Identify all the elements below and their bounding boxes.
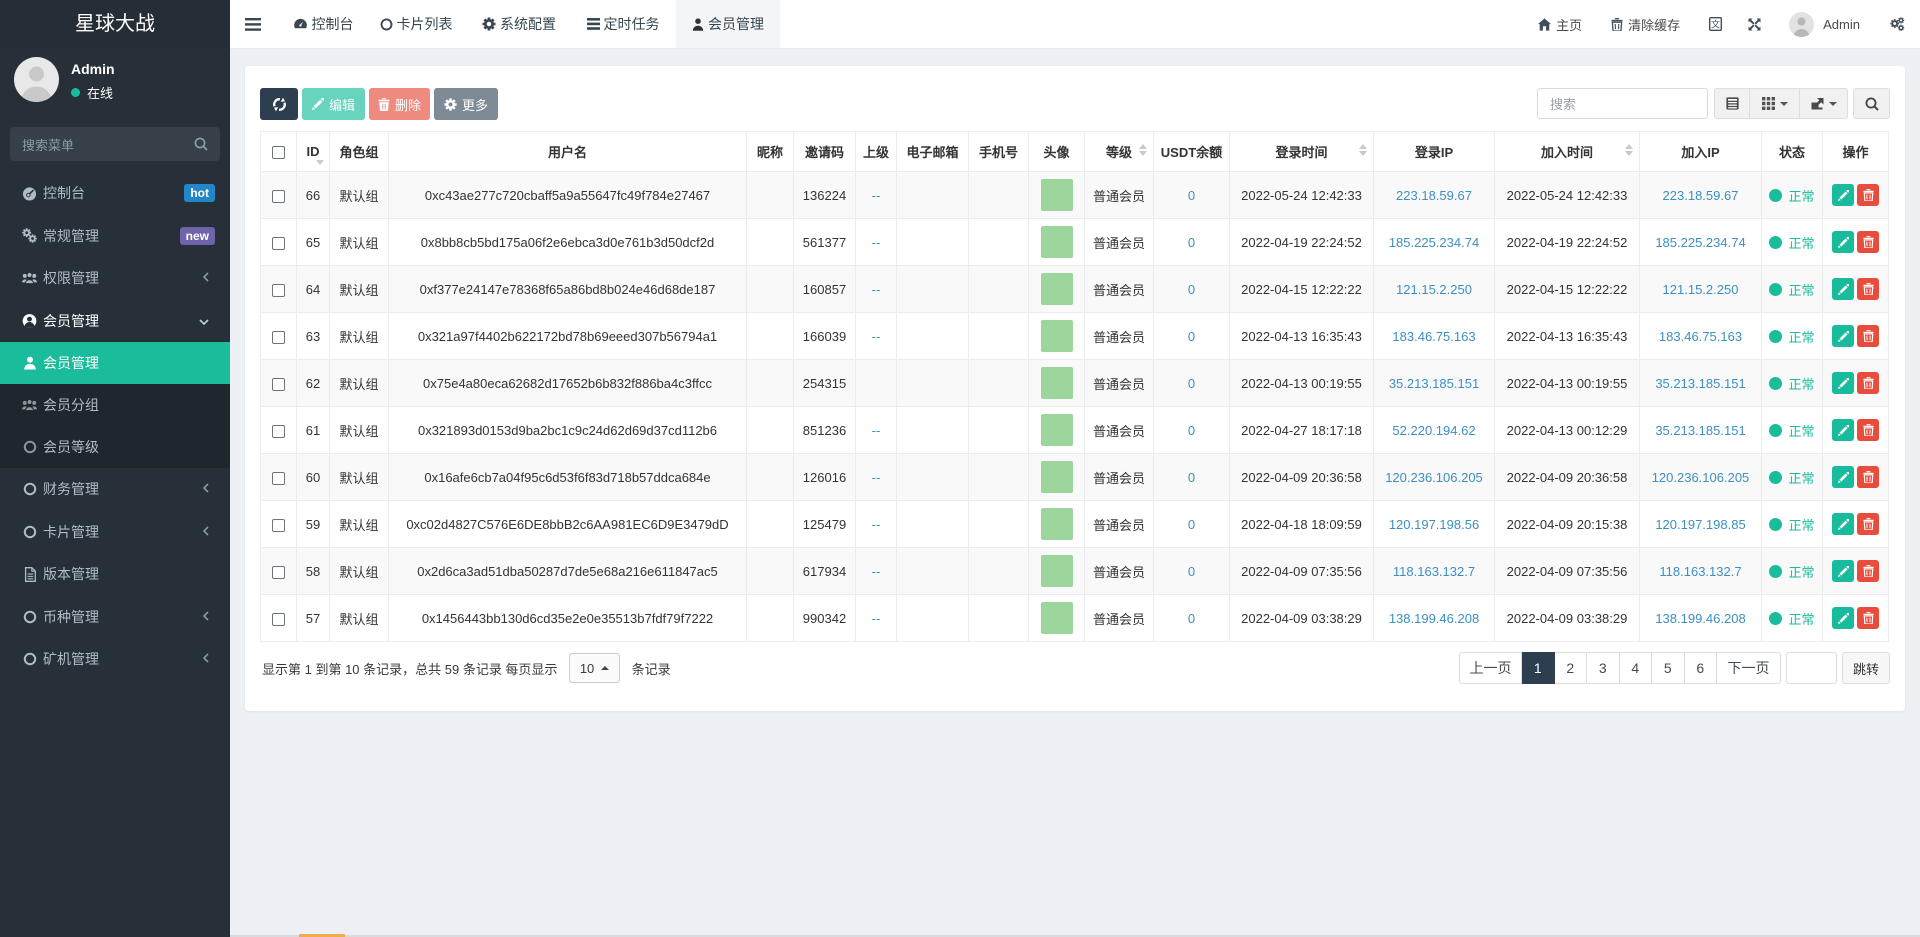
svg-text:文: 文 (1711, 19, 1720, 30)
